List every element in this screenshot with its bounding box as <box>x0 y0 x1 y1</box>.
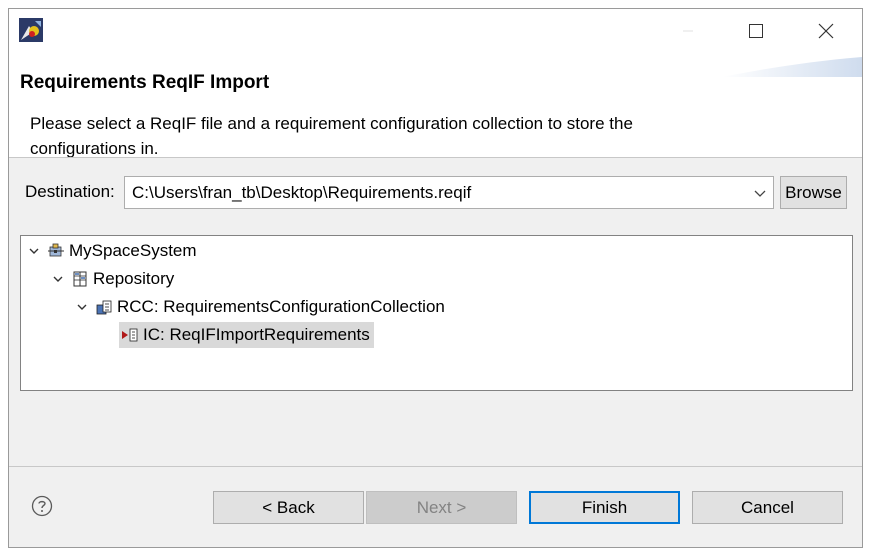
destination-combo[interactable]: C:\Users\fran_tb\Desktop\Requirements.re… <box>124 176 774 209</box>
tree-item-label: RCC: RequirementsConfigurationCollection <box>117 297 445 316</box>
chevron-down-icon[interactable] <box>75 300 89 314</box>
chevron-down-icon[interactable] <box>51 272 65 286</box>
tree-item-label: Repository <box>93 269 175 288</box>
maximize-icon <box>749 24 763 38</box>
configuration-collection-icon <box>96 300 112 315</box>
dialog-window: Requirements ReqIF Import Please select … <box>8 8 863 548</box>
tree-item-label: IC: ReqIFImportRequirements <box>143 325 370 344</box>
chevron-down-icon[interactable] <box>27 244 41 258</box>
page-title: Requirements ReqIF Import <box>20 72 270 93</box>
minimize-icon <box>683 30 693 32</box>
wizard-header: Requirements ReqIF Import Please select … <box>9 53 862 158</box>
back-button[interactable]: < Back <box>213 491 364 524</box>
minimize-button[interactable] <box>665 9 711 53</box>
space-system-icon <box>48 243 64 257</box>
maximize-button[interactable] <box>733 9 779 53</box>
close-icon <box>818 23 834 39</box>
cancel-button[interactable]: Cancel <box>692 491 843 524</box>
tree-item-label: MySpaceSystem <box>69 241 197 260</box>
tree-item-myspacesystem[interactable]: MySpaceSystem <box>27 238 197 264</box>
destination-label: Destination: <box>25 182 115 201</box>
browse-button[interactable]: Browse <box>780 176 847 209</box>
tree-item-ic[interactable]: IC: ReqIFImportRequirements <box>119 322 374 348</box>
close-button[interactable] <box>803 9 849 53</box>
next-button[interactable]: Next > <box>366 491 517 524</box>
title-bar <box>9 9 862 53</box>
help-icon[interactable] <box>31 495 53 517</box>
tree-item-rcc[interactable]: RCC: RequirementsConfigurationCollection <box>75 294 445 320</box>
import-configuration-icon <box>122 328 138 342</box>
configuration-tree[interactable]: MySpaceSystem Repository RCC: Requiremen… <box>20 235 853 391</box>
page-description: Please select a ReqIF file and a require… <box>30 114 633 158</box>
chevron-down-icon[interactable] <box>751 184 769 202</box>
destination-value: C:\Users\fran_tb\Desktop\Requirements.re… <box>132 183 472 202</box>
footer-divider <box>9 466 862 467</box>
app-icon <box>19 18 43 42</box>
finish-button[interactable]: Finish <box>529 491 680 524</box>
banner-graphic <box>722 57 862 77</box>
repository-icon <box>73 271 87 287</box>
tree-item-repository[interactable]: Repository <box>51 266 174 292</box>
